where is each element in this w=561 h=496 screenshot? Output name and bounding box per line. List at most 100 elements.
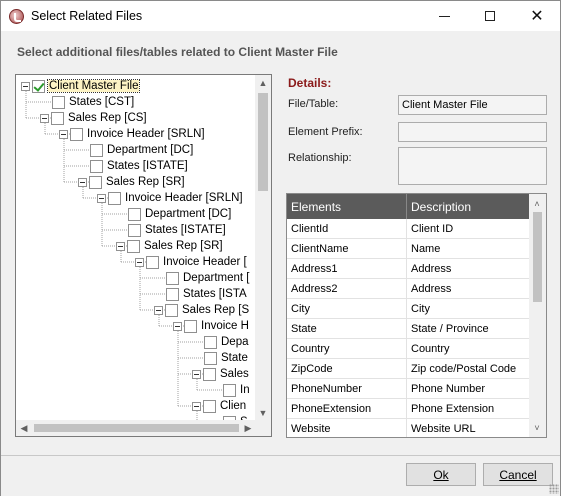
tree-node-checkbox[interactable] [184, 319, 197, 333]
scroll-up-icon[interactable]: ▲ [255, 75, 271, 91]
tree-node-checkbox[interactable] [166, 287, 179, 301]
resize-grip-icon[interactable] [549, 484, 559, 494]
tree-node-checkbox[interactable] [203, 399, 216, 413]
tree-hscroll-thumb[interactable] [34, 424, 239, 432]
tree-node-label[interactable]: In [239, 384, 251, 396]
tree-node-checkbox[interactable] [204, 351, 217, 365]
table-row[interactable]: Country Country [287, 339, 530, 359]
column-header-description[interactable]: Description [407, 194, 530, 219]
collapse-icon[interactable] [116, 241, 125, 251]
tree-node[interactable]: States [ISTATE] [90, 158, 189, 174]
grid-vertical-scrollbar[interactable]: ˄ ˅ [529, 194, 546, 437]
tree-node[interactable]: Department [ [166, 270, 250, 286]
tree-node[interactable]: States [CST] [52, 94, 135, 110]
tree-node-checkbox[interactable] [108, 191, 121, 205]
tree-node[interactable]: Invoice H [173, 318, 250, 334]
tree-node-label[interactable]: Invoice Header [SRLN] [86, 128, 206, 140]
collapse-icon[interactable] [173, 321, 182, 331]
tree-node-checkbox[interactable] [128, 207, 141, 221]
tree-node-label[interactable]: Depa [220, 336, 250, 348]
scroll-down-icon[interactable]: ▼ [255, 405, 271, 421]
tree-node[interactable]: Sales Rep [SR] [78, 174, 186, 190]
tree-node-checkbox[interactable] [32, 79, 45, 93]
tree-node-label[interactable]: Sales Rep [CS] [67, 112, 148, 124]
tree-node-label[interactable]: States [ISTATE] [144, 224, 227, 236]
relationship-field[interactable] [398, 147, 547, 185]
tree-node-checkbox[interactable] [90, 159, 103, 173]
tree-node-label[interactable]: Department [ [182, 272, 250, 284]
grid-scroll-thumb[interactable] [533, 212, 542, 302]
collapse-icon[interactable] [21, 81, 30, 91]
collapse-icon[interactable] [78, 177, 87, 187]
file-table-field[interactable]: Client Master File [398, 95, 547, 115]
tree-node[interactable]: State [204, 350, 249, 366]
tree-node-label[interactable]: Sales Rep [SR] [105, 176, 186, 188]
tree-node-checkbox[interactable] [52, 95, 65, 109]
tree-node-label[interactable]: States [CST] [68, 96, 135, 108]
tree-node-checkbox[interactable] [51, 111, 64, 125]
collapse-icon[interactable] [97, 193, 106, 203]
tree-node-label[interactable]: Sales Rep [S [181, 304, 250, 316]
ok-button[interactable]: Ok [406, 463, 476, 486]
close-button[interactable]: ✕ [514, 1, 560, 31]
collapse-icon[interactable] [59, 129, 68, 139]
tree-node-checkbox[interactable] [127, 239, 140, 253]
maximize-button[interactable] [467, 1, 513, 31]
tree-node[interactable]: Depa [204, 334, 250, 350]
tree-node-checkbox[interactable] [223, 383, 236, 397]
table-row[interactable]: ZipCode Zip code/Postal Code [287, 359, 530, 379]
table-row[interactable]: State State / Province [287, 319, 530, 339]
tree-node[interactable]: States [ISTA [166, 286, 248, 302]
tree-node[interactable]: Invoice Header [SRLN] [59, 126, 206, 142]
tree-node-label[interactable]: States [ISTA [182, 288, 248, 300]
tree-node-label[interactable]: Clien [219, 400, 247, 412]
tree-node-checkbox[interactable] [166, 271, 179, 285]
tree-node[interactable]: Department [DC] [90, 142, 194, 158]
tree-node[interactable]: Client Master File [21, 78, 141, 94]
tree-node-checkbox[interactable] [70, 127, 83, 141]
tree-node-label[interactable]: Department [DC] [106, 144, 194, 156]
tree-node-label[interactable]: Invoice Header [ [162, 256, 248, 268]
tree-node-label[interactable]: States [ISTATE] [106, 160, 189, 172]
collapse-icon[interactable] [154, 305, 163, 315]
column-header-elements[interactable]: Elements [287, 194, 407, 219]
cancel-button[interactable]: Cancel [483, 463, 553, 486]
tree-node[interactable]: Sales Rep [SR] [116, 238, 224, 254]
table-row[interactable]: Address2 Address [287, 279, 530, 299]
tree-node[interactable]: Sales Rep [S [154, 302, 250, 318]
table-row[interactable]: ClientId Client ID [287, 219, 530, 239]
tree-node[interactable]: Invoice Header [ [135, 254, 248, 270]
collapse-icon[interactable] [192, 369, 201, 379]
table-row[interactable]: Website Website URL [287, 419, 530, 437]
tree-node-checkbox[interactable] [203, 367, 216, 381]
tree-node[interactable]: Sales [192, 366, 250, 382]
collapse-icon[interactable] [192, 401, 201, 411]
tree-node[interactable]: States [ISTATE] [128, 222, 227, 238]
table-row[interactable]: PhoneNumber Phone Number [287, 379, 530, 399]
tree-node-checkbox[interactable] [165, 303, 178, 317]
minimize-button[interactable] [421, 1, 467, 31]
tree-node[interactable]: In [223, 382, 251, 398]
tree-vertical-scrollbar[interactable]: ▲ ▼ [255, 75, 271, 421]
tree-node-label[interactable]: Invoice H [200, 320, 250, 332]
table-row[interactable]: City City [287, 299, 530, 319]
tree-node-label[interactable]: Invoice Header [SRLN] [124, 192, 244, 204]
tree-scroll-thumb[interactable] [258, 93, 268, 191]
tree-node[interactable]: Department [DC] [128, 206, 232, 222]
tree-node[interactable]: Invoice Header [SRLN] [97, 190, 244, 206]
tree-node-label[interactable]: Department [DC] [144, 208, 232, 220]
tree-node-checkbox[interactable] [146, 255, 159, 269]
tree-node[interactable]: Clien [192, 398, 247, 414]
tree-node-checkbox[interactable] [90, 143, 103, 157]
table-row[interactable]: PhoneExtension Phone Extension [287, 399, 530, 419]
tree-node-label[interactable]: Sales Rep [SR] [143, 240, 224, 252]
tree-node-checkbox[interactable] [204, 335, 217, 349]
scroll-left-icon[interactable]: ◀ [16, 420, 32, 436]
related-files-tree[interactable]: Client Master File States [CST] Sales Rep … [15, 74, 272, 437]
scroll-down-icon[interactable]: ˅ [529, 420, 545, 436]
collapse-icon[interactable] [40, 113, 49, 123]
table-row[interactable]: Address1 Address [287, 259, 530, 279]
scroll-right-icon[interactable]: ▶ [240, 420, 256, 436]
element-prefix-field[interactable] [398, 122, 547, 142]
elements-grid[interactable]: Elements Description ClientId Client ID Cl… [286, 193, 547, 438]
